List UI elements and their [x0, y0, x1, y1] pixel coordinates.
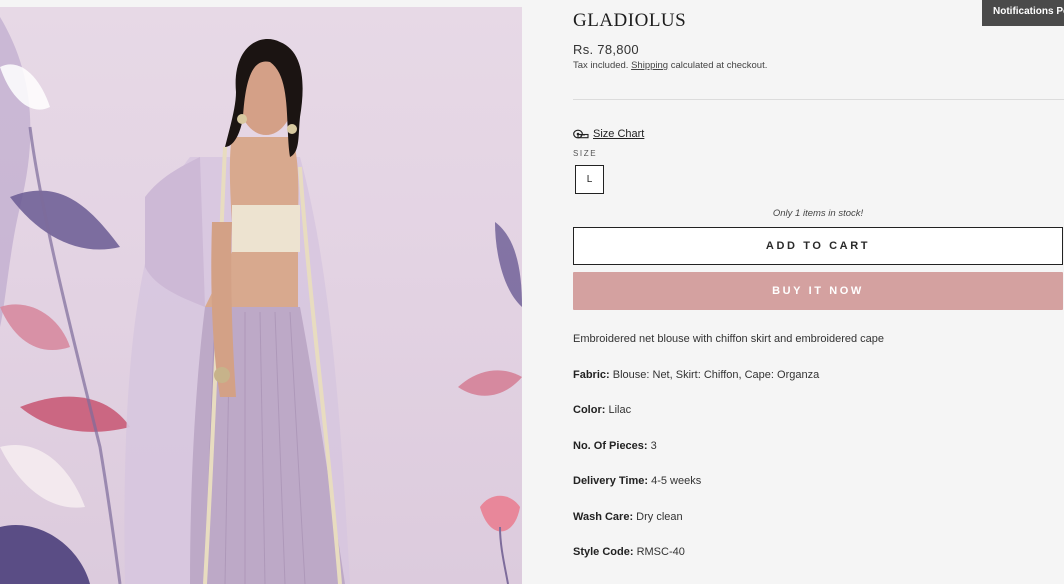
tax-prefix: Tax included. — [573, 60, 629, 71]
spec-value: Blouse: Net, Skirt: Chiffon, Cape: Organ… — [612, 369, 820, 381]
spec-key: Style Code: — [573, 546, 634, 558]
product-title: GLADIOLUS — [573, 10, 687, 31]
stock-note: Only 1 items in stock! — [772, 208, 864, 219]
spec-color: Color: Lilac — [573, 404, 631, 416]
spec-value: Lilac — [608, 404, 632, 416]
product-description: Embroidered net blouse with chiffon skir… — [573, 333, 885, 345]
shipping-link[interactable]: Shipping — [631, 60, 668, 71]
buy-now-button[interactable]: BUY IT NOW — [573, 272, 1063, 310]
product-image[interactable] — [0, 7, 522, 584]
spec-key: No. Of Pieces: — [573, 440, 648, 452]
divider — [573, 99, 1064, 100]
product-info: GLADIOLUS Rs. 78,800 Tax included. Shipp… — [573, 0, 1064, 584]
spec-value: RMSC-40 — [636, 546, 685, 558]
spec-delivery: Delivery Time: 4-5 weeks — [573, 475, 701, 487]
spec-wash-care: Wash Care: Dry clean — [573, 511, 683, 523]
spec-key: Wash Care: — [573, 511, 634, 523]
measuring-tape-icon — [573, 129, 589, 139]
add-to-cart-button[interactable]: ADD TO CART — [573, 227, 1063, 265]
spec-style-code: Style Code: RMSC-40 — [573, 546, 685, 558]
size-heading: SIZE — [573, 149, 598, 158]
size-chart-link[interactable]: Size Chart — [573, 128, 644, 140]
spec-fabric: Fabric: Blouse: Net, Skirt: Chiffon, Cap… — [573, 369, 819, 381]
spec-key: Fabric: — [573, 369, 610, 381]
product-price: Rs. 78,800 — [573, 42, 639, 57]
tax-note: Tax included. Shipping calculated at che… — [573, 60, 767, 71]
spec-value: Dry clean — [636, 511, 683, 523]
tax-suffix: calculated at checkout. — [670, 60, 768, 71]
spec-key: Delivery Time: — [573, 475, 649, 487]
spec-value: 3 — [650, 440, 657, 452]
spec-value: 4-5 weeks — [651, 475, 702, 487]
size-option-l[interactable]: L — [575, 165, 604, 194]
notifications-tab[interactable]: Notifications Po — [982, 0, 1064, 26]
spec-key: Color: — [573, 404, 606, 416]
size-chart-label: Size Chart — [593, 128, 645, 140]
spec-pieces: No. Of Pieces: 3 — [573, 440, 657, 452]
